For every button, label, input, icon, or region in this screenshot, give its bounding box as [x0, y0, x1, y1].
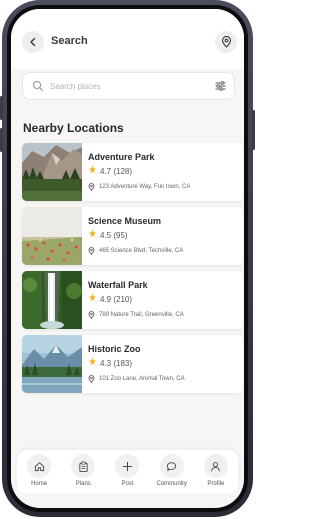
- search-input[interactable]: [50, 78, 200, 94]
- location-rating: ★ 4.7 (128): [88, 166, 132, 176]
- location-address: 465 Science Blvd, Techville, CA: [88, 247, 183, 255]
- rating-value: 4.5: [99, 230, 112, 240]
- nav-item-plans[interactable]: Plans: [63, 454, 103, 487]
- nav-item-home[interactable]: Home: [19, 454, 59, 487]
- power-button: [252, 110, 255, 150]
- location-address: 123 Adventure Way, Fun town, CA: [88, 183, 190, 191]
- clipboard-icon: [79, 461, 88, 472]
- location-card-science-museum[interactable]: Science Museum ★ 4.5 (95) 465 Science Bl…: [22, 207, 243, 265]
- address-text: 123 Adventure Way, Fun town, CA: [99, 184, 191, 190]
- chat-bubble-icon: [167, 461, 177, 471]
- location-card-historic-zoo[interactable]: Historic Zoo ★ 4.3 (183) 101 Zoo Lane, A…: [22, 335, 243, 393]
- nav-icon-button[interactable]: [159, 454, 184, 478]
- nav-label: Community: [156, 481, 187, 487]
- nav-icon-button[interactable]: [71, 454, 96, 478]
- volume-down-button: [0, 128, 3, 152]
- map-pin-icon: [88, 311, 95, 319]
- bottom-nav: Home Plans Post Community Profile: [17, 450, 238, 494]
- nav-icon-button[interactable]: [27, 454, 52, 478]
- nav-label: Plans: [75, 481, 91, 487]
- rating-value: 4.3: [99, 358, 112, 368]
- nav-icon-button[interactable]: [115, 454, 140, 478]
- location-name: Waterfall Park: [88, 280, 148, 290]
- rating-value: 4.7: [99, 166, 112, 176]
- nav-label: Profile: [207, 481, 225, 487]
- rating-value: 4.9: [99, 294, 112, 304]
- address-text: 465 Science Blvd, Techville, CA: [99, 248, 184, 254]
- search-bar[interactable]: [22, 72, 235, 100]
- flower-field-photo: [22, 207, 82, 265]
- location-list: Adventure Park ★ 4.7 (128) 123 Adventure…: [22, 143, 243, 399]
- star-icon: ★: [88, 229, 97, 240]
- location-rating: ★ 4.5 (95): [88, 230, 128, 240]
- top-bar: Search: [11, 9, 244, 69]
- volume-up-button: [0, 96, 3, 120]
- location-name: Adventure Park: [88, 152, 155, 162]
- rocky-mountain-photo: [22, 143, 82, 201]
- lake-mountain-photo: [22, 335, 82, 393]
- nav-label: Home: [31, 481, 48, 487]
- phone-screen: Search Nearby Loca: [11, 9, 244, 508]
- back-button[interactable]: [22, 31, 44, 53]
- review-count: (210): [113, 294, 133, 304]
- map-pin-icon: [221, 36, 231, 48]
- map-pin-icon: [88, 375, 95, 383]
- address-text: 789 Nature Trail, Greenville, CA: [99, 312, 184, 318]
- location-button[interactable]: [215, 31, 237, 53]
- location-name: Science Museum: [88, 216, 162, 226]
- nav-item-community[interactable]: Community: [152, 454, 192, 487]
- location-address: 101 Zoo Lane, Animal Town, CA: [88, 375, 185, 383]
- nav-icon-button[interactable]: [203, 454, 228, 478]
- location-rating: ★ 4.9 (210): [88, 294, 132, 304]
- nav-label: Post: [121, 481, 134, 487]
- star-icon: ★: [88, 357, 97, 368]
- nav-item-profile[interactable]: Profile: [196, 454, 236, 487]
- location-card-adventure-park[interactable]: Adventure Park ★ 4.7 (128) 123 Adventure…: [22, 143, 243, 201]
- nav-item-post[interactable]: Post: [107, 454, 147, 487]
- page-title: Search: [51, 35, 88, 47]
- star-icon: ★: [88, 293, 97, 304]
- plus-icon: [122, 461, 133, 471]
- review-count: (95): [113, 230, 128, 240]
- location-card-waterfall-park[interactable]: Waterfall Park ★ 4.9 (210) 789 Nature Tr…: [22, 271, 243, 329]
- map-pin-icon: [88, 183, 95, 191]
- sliders-icon[interactable]: [215, 81, 226, 91]
- location-address: 789 Nature Trail, Greenville, CA: [88, 311, 184, 319]
- address-text: 101 Zoo Lane, Animal Town, CA: [99, 376, 185, 382]
- home-icon: [34, 461, 44, 471]
- star-icon: ★: [88, 165, 97, 176]
- waterfall-photo: [22, 271, 82, 329]
- user-icon: [211, 461, 221, 471]
- map-pin-icon: [88, 247, 95, 255]
- review-count: (183): [113, 358, 133, 368]
- phone-frame: Search Nearby Loca: [0, 0, 255, 517]
- search-icon: [32, 80, 44, 92]
- review-count: (128): [113, 166, 133, 176]
- chevron-left-icon: [30, 37, 36, 47]
- location-rating: ★ 4.3 (183): [88, 358, 132, 368]
- location-name: Historic Zoo: [88, 344, 141, 354]
- section-title: Nearby Locations: [23, 121, 124, 135]
